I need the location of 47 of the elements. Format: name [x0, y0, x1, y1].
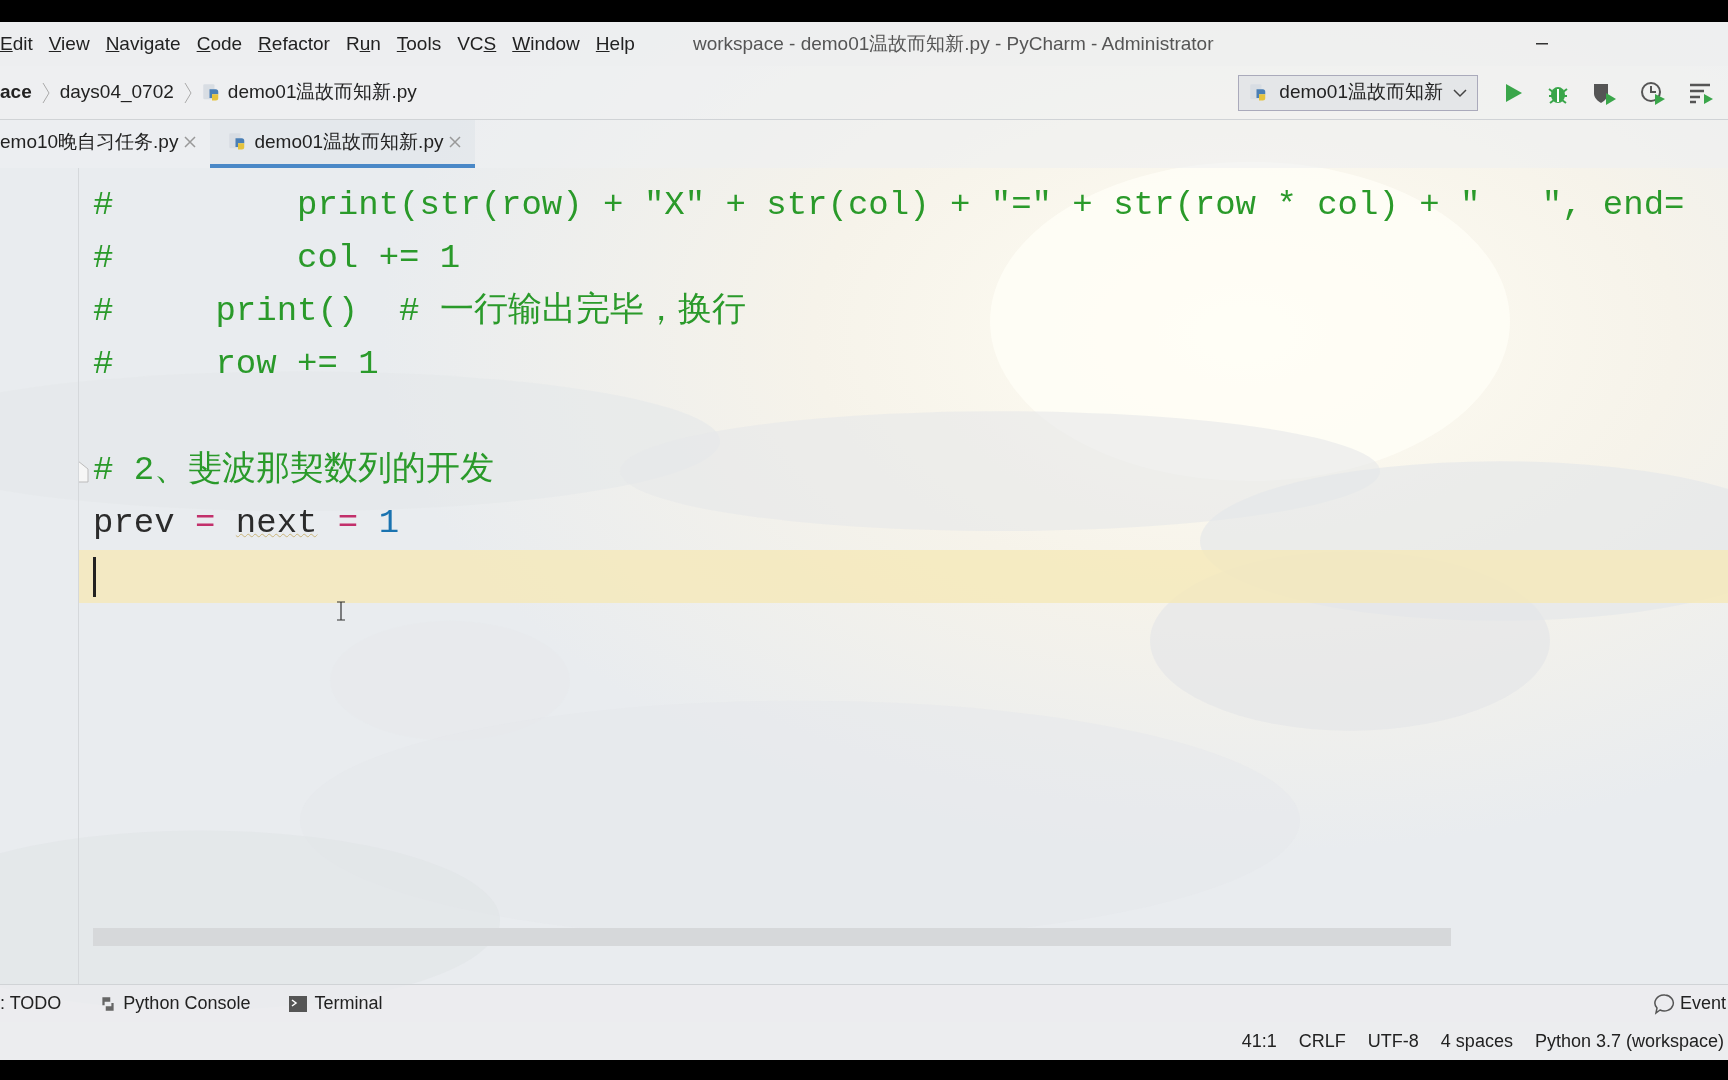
code-line: prev = next = 1	[93, 503, 400, 544]
event-log-button[interactable]: Event	[1653, 990, 1726, 1017]
speech-bubble-icon	[1653, 992, 1676, 1015]
status-item[interactable]: 4 spaces	[1440, 1027, 1513, 1055]
menu-item[interactable]: Help	[587, 29, 643, 59]
menu-item[interactable]: Code	[188, 29, 251, 59]
editor-tab[interactable]: demo01温故而知新.py	[210, 120, 476, 168]
code-line: # col += 1	[93, 238, 461, 279]
text-caret	[93, 556, 96, 597]
breadcrumb[interactable]: demo01温故而知新.py	[227, 78, 417, 107]
menu-item[interactable]: View	[40, 29, 98, 59]
menu-item[interactable]: VCS	[449, 29, 505, 59]
close-icon[interactable]	[449, 136, 462, 148]
menu-item[interactable]: Run	[337, 29, 389, 59]
menu-item[interactable]: Navigate	[97, 29, 189, 59]
caret-icon	[1453, 87, 1467, 98]
breadcrumb[interactable]: days04_0702	[59, 78, 174, 107]
tab-label: demo01温故而知新.py	[254, 129, 444, 154]
terminal-icon	[288, 994, 309, 1013]
run-icon[interactable]	[1504, 81, 1524, 104]
code-line: # print(str(row) + "X" + str(col) + "=" + str(row * col) + " ", end=	[93, 185, 1685, 226]
editor-tab[interactable]: emo10晚自习任务.py	[0, 120, 211, 168]
minimize-icon[interactable]	[1536, 42, 1548, 46]
code-line: # print() # 一行输出完毕，换行	[93, 290, 746, 332]
close-icon[interactable]	[184, 136, 197, 148]
mouse-cursor-icon	[336, 601, 346, 621]
status-item[interactable]: CRLF	[1298, 1027, 1346, 1055]
status-item[interactable]: UTF-8	[1367, 1027, 1419, 1055]
menu-item[interactable]: Edit	[0, 29, 41, 59]
tool-window-button[interactable]: : TODO	[0, 990, 62, 1017]
chevron-icon	[41, 81, 50, 104]
menu-item[interactable]: Refactor	[250, 29, 338, 59]
window-title: workspace - demo01温故而知新.py - PyCharm - Administrator	[692, 31, 1214, 56]
code-line: # 2、斐波那契数列的开发	[93, 450, 495, 491]
menu-item[interactable]: Window	[504, 29, 588, 59]
code-line: # row += 1	[93, 344, 379, 385]
clock-icon[interactable]	[1640, 80, 1666, 105]
status-item[interactable]: Python 3.7 (workspace)	[1534, 1027, 1724, 1055]
tool-window-button[interactable]: Terminal	[288, 990, 383, 1017]
breadcrumb[interactable]: ace	[0, 78, 32, 107]
tab-label: emo10晚自习任务.py	[0, 129, 179, 154]
list-icon[interactable]	[1688, 81, 1714, 104]
tool-window-button[interactable]: Python Console	[99, 990, 251, 1017]
menu-item[interactable]: Tools	[388, 29, 450, 59]
chevron-icon	[183, 81, 192, 104]
status-item[interactable]: 41:1	[1241, 1027, 1277, 1055]
run-config-dropdown[interactable]: demo01温故而知新	[1238, 74, 1478, 111]
